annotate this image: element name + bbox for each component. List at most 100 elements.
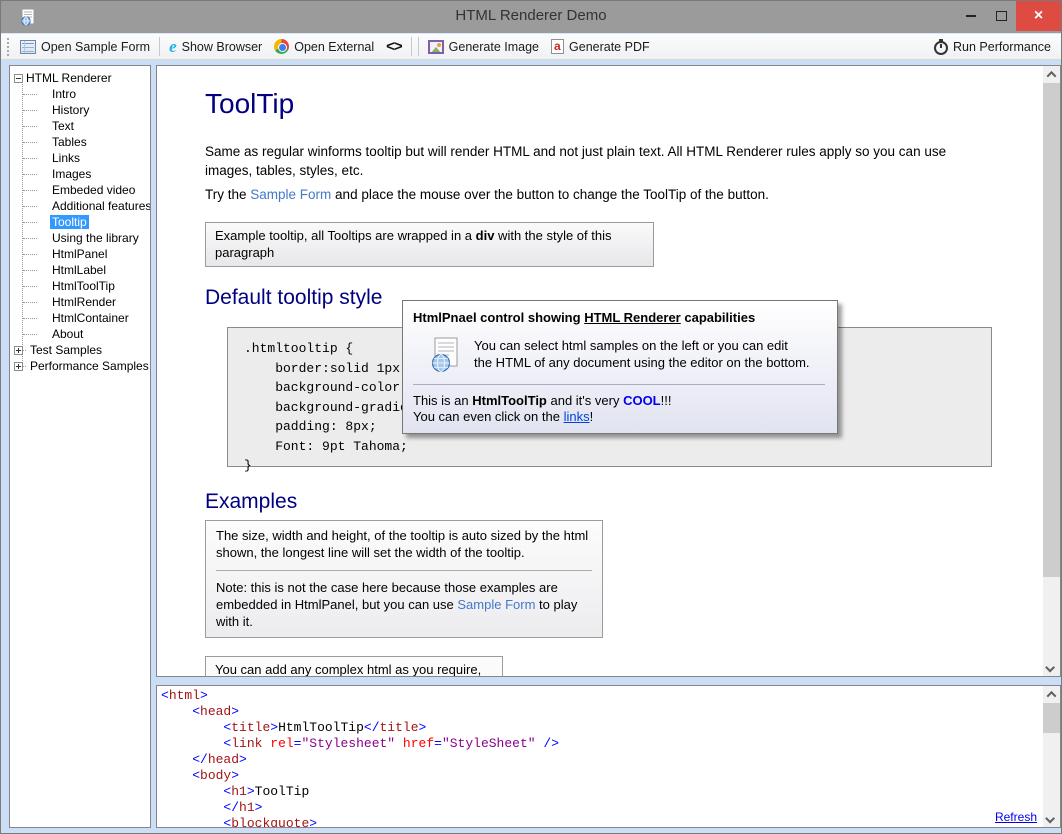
tree-item-images[interactable]: Images xyxy=(10,166,150,182)
examples-paragraph-1: The size, width and height, of the toolt… xyxy=(216,527,592,561)
tooltip-body-text: You can select html samples on the left … xyxy=(474,337,810,373)
tree-item-links[interactable]: Links xyxy=(10,150,150,166)
pdf-icon xyxy=(551,39,564,54)
editor-code[interactable]: <html> <head> <title>HtmlToolTip</title>… xyxy=(161,688,1040,828)
toolbar-grip[interactable] xyxy=(7,38,10,56)
html-tooltip-popup: HtmlPnael control showing HTML Renderer … xyxy=(402,300,838,434)
toolbar-separator xyxy=(159,37,160,56)
tree-item-about[interactable]: About xyxy=(10,326,150,342)
maximize-button[interactable] xyxy=(986,1,1016,31)
try-paragraph: Try the Sample Form and place the mouse … xyxy=(205,185,973,204)
tree-children: IntroHistoryTextTables LinksImagesEmbeded… xyxy=(10,86,150,342)
scroll-up-button[interactable] xyxy=(1043,66,1060,83)
show-source-button[interactable]: <> xyxy=(380,35,408,58)
examples-heading: Examples xyxy=(205,490,297,514)
tooltip-body: You can select html samples on the left … xyxy=(429,337,827,373)
examples-box: The size, width and height, of the toolt… xyxy=(205,520,603,638)
chevron-down-icon xyxy=(1045,663,1055,673)
tree-item-label: Using the library xyxy=(50,231,141,245)
document-globe-icon xyxy=(429,337,461,373)
tree-item-performance-samples[interactable]: Performance Samples xyxy=(10,358,150,374)
editor-line: <title>HtmlToolTip</title> xyxy=(161,720,1040,736)
editor-line: <head> xyxy=(161,704,1040,720)
chrome-icon xyxy=(274,39,289,54)
examples-divider xyxy=(216,570,592,571)
editor-scrollbar[interactable] xyxy=(1043,686,1060,827)
minimize-button[interactable] xyxy=(956,1,986,31)
page-title: ToolTip xyxy=(205,88,294,120)
tooltip-footer-line1: This is an HtmlToolTip and it's very COO… xyxy=(413,393,827,409)
tree-item-history[interactable]: History xyxy=(10,102,150,118)
internet-explorer-icon: e xyxy=(169,40,177,54)
editor-line: <h1>ToolTip xyxy=(161,784,1040,800)
default-style-heading: Default tooltip style xyxy=(205,286,382,310)
scroll-down-button[interactable] xyxy=(1043,659,1060,676)
samples-tree-panel: HTML Renderer IntroHistoryTextTables Link… xyxy=(9,65,151,828)
run-performance-button[interactable]: Run Performance xyxy=(928,36,1057,58)
tree-item-label: Test Samples xyxy=(28,343,104,357)
window-title: HTML Renderer Demo xyxy=(1,7,1061,24)
main-scrollbar[interactable] xyxy=(1043,66,1060,676)
tree-item-label: Performance Samples xyxy=(28,359,151,373)
scroll-up-button[interactable] xyxy=(1043,686,1060,703)
tree-item-label: HtmlToolTip xyxy=(50,279,117,293)
sample-form-link[interactable]: Sample Form xyxy=(250,187,331,202)
generate-image-button[interactable]: Generate Image xyxy=(422,37,545,57)
tooltip-footer-line2: You can even click on the links! xyxy=(413,409,827,425)
tree-item-embeded-video[interactable]: Embeded video xyxy=(10,182,150,198)
tree-item-label: Intro xyxy=(50,87,78,101)
tree-item-htmllabel[interactable]: HtmlLabel xyxy=(10,262,150,278)
tree-item-label: Embeded video xyxy=(50,183,137,197)
title-bar: HTML Renderer Demo × xyxy=(1,1,1061,33)
scroll-thumb[interactable] xyxy=(1043,703,1060,733)
tree-item-using-the-library[interactable]: Using the library xyxy=(10,230,150,246)
tree-item-label: Links xyxy=(50,151,82,165)
example-tooltip-box: Example tooltip, all Tooltips are wrappe… xyxy=(205,222,654,267)
tree-item-htmlpanel[interactable]: HtmlPanel xyxy=(10,246,150,262)
tree-item-tables[interactable]: Tables xyxy=(10,134,150,150)
tree-item-label: About xyxy=(50,327,85,341)
html-preview-panel: ToolTip Same as regular winforms tooltip… xyxy=(156,65,1061,677)
editor-line: </h1> xyxy=(161,800,1040,816)
open-external-button[interactable]: Open External xyxy=(268,36,380,57)
refresh-link[interactable]: Refresh xyxy=(991,810,1037,824)
tree-item-html-renderer[interactable]: HTML Renderer xyxy=(10,70,150,86)
tree-item-intro[interactable]: Intro xyxy=(10,86,150,102)
code-brackets-icon: <> xyxy=(386,38,402,55)
tree-item-text[interactable]: Text xyxy=(10,118,150,134)
tree-item-additional-features[interactable]: Additional features xyxy=(10,198,150,214)
generate-pdf-button[interactable]: Generate PDF xyxy=(545,36,656,57)
tree-item-label: HtmlPanel xyxy=(50,247,109,261)
close-icon: × xyxy=(1034,8,1043,24)
window-controls: × xyxy=(956,1,1061,31)
editor-line: <blockquote> xyxy=(161,816,1040,828)
tree-item-htmlrender[interactable]: HtmlRender xyxy=(10,294,150,310)
tree-item-htmlcontainer[interactable]: HtmlContainer xyxy=(10,310,150,326)
stopwatch-icon xyxy=(934,41,948,55)
scroll-thumb[interactable] xyxy=(1043,83,1060,577)
tree-item-label: Tables xyxy=(50,135,89,149)
maximize-icon xyxy=(996,11,1007,21)
open-sample-form-button[interactable]: Open Sample Form xyxy=(14,37,156,57)
minimize-icon xyxy=(966,15,976,17)
tree-item-htmltooltip[interactable]: HtmlToolTip xyxy=(10,278,150,294)
chevron-up-icon xyxy=(1047,71,1057,81)
html-editor-panel[interactable]: <html> <head> <title>HtmlToolTip</title>… xyxy=(156,685,1061,828)
show-browser-button[interactable]: e Show Browser xyxy=(163,37,268,57)
expand-box-icon[interactable] xyxy=(14,346,23,355)
image-icon xyxy=(428,40,444,54)
tree-item-tooltip[interactable]: Tooltip xyxy=(10,214,150,230)
editor-line: <link rel="Stylesheet" href="StyleSheet"… xyxy=(161,736,1040,752)
tree-item-test-samples[interactable]: Test Samples xyxy=(10,342,150,358)
editor-line: </head> xyxy=(161,752,1040,768)
scroll-down-button[interactable] xyxy=(1043,810,1060,827)
toolbar-separator xyxy=(411,37,412,56)
links-link[interactable]: links xyxy=(564,409,590,424)
examples-paragraph-2: Note: this is not the case here because … xyxy=(216,579,592,630)
collapse-box-icon[interactable] xyxy=(14,74,23,83)
form-icon xyxy=(20,40,36,54)
close-button[interactable]: × xyxy=(1016,1,1061,31)
expand-box-icon[interactable] xyxy=(14,362,23,371)
sample-form-link[interactable]: Sample Form xyxy=(457,597,535,612)
editor-line: <body> xyxy=(161,768,1040,784)
